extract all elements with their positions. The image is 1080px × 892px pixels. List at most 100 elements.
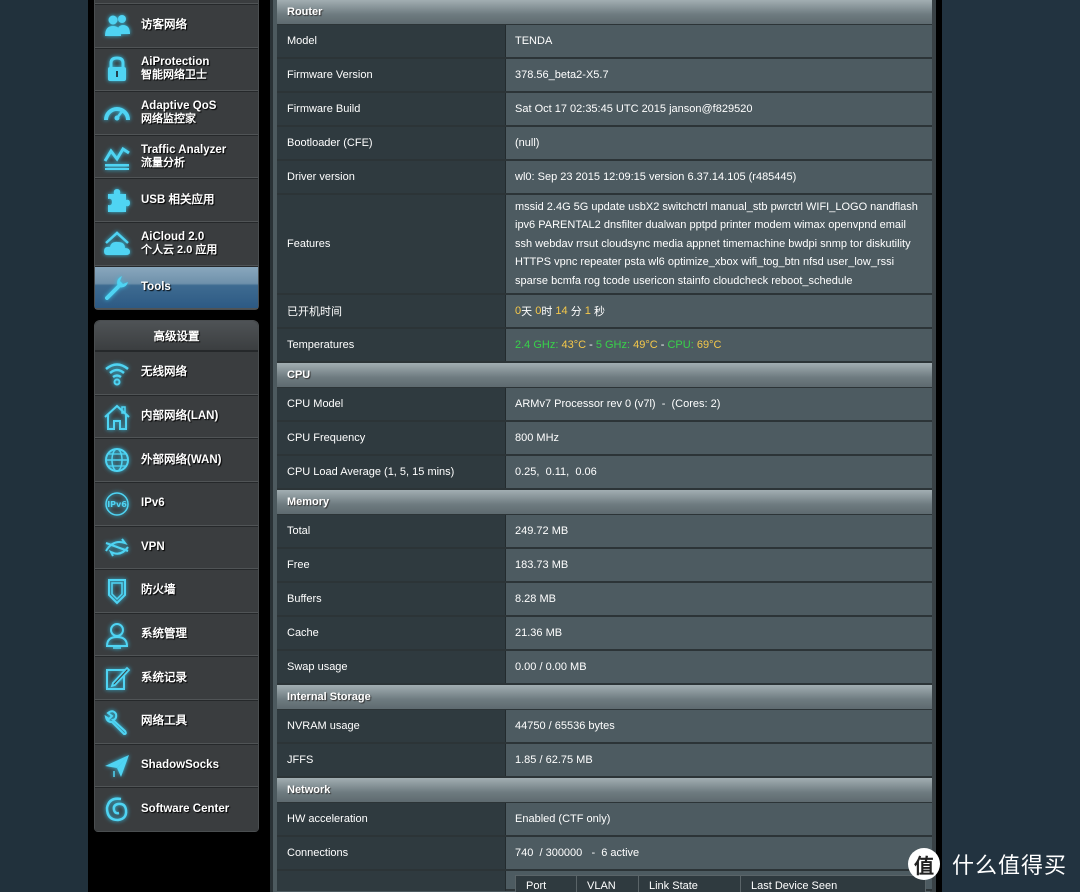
menu-item-traffic-analyzer[interactable]: Traffic Analyzer 流量分析: [95, 134, 258, 179]
row-label: Model: [277, 25, 506, 57]
menu-sublabel: 网络监控家: [141, 112, 196, 125]
row-label: JFFS: [277, 744, 506, 776]
menu-label: Traffic Analyzer: [141, 143, 227, 156]
row-value: 0.25, 0.11, 0.06: [506, 456, 932, 488]
row-value: wl0: Sep 23 2015 12:09:15 version 6.37.1…: [506, 161, 932, 193]
table-row: Temperatures 2.4 GHz: 43°C - 5 GHz: 49°C…: [277, 329, 932, 363]
sysinfo-panel: Router Model TENDA Firmware Version 378.…: [270, 0, 936, 892]
row-label: Connections: [277, 837, 506, 869]
menu-item-usb-apps[interactable]: USB 相关应用: [95, 178, 258, 222]
page-background-right: [942, 0, 1080, 892]
section-header-storage: Internal Storage: [277, 685, 932, 710]
menu-item-adaptive-qos[interactable]: Adaptive QoS 网络监控家: [95, 91, 258, 135]
menu-label: 访客网络: [141, 19, 187, 32]
menu-item-tools[interactable]: Tools: [95, 265, 258, 310]
row-label: 已开机时间: [277, 295, 506, 327]
row-value: 249.72 MB: [506, 515, 932, 547]
menu-item-system-log[interactable]: 系统记录: [95, 656, 258, 700]
temp-24ghz: 43°C: [561, 339, 587, 351]
table-row: Total 249.72 MB: [277, 515, 932, 549]
page-background-left: [0, 0, 88, 892]
menu-label: 无线网络: [141, 366, 187, 379]
uptime-hours-unit: 时: [541, 306, 553, 318]
menu-label: 网络工具: [141, 715, 187, 728]
menu-label: Adaptive QoS: [141, 99, 217, 112]
row-label: Buffers: [277, 583, 506, 615]
table-row: Features mssid 2.4G 5G update usbX2 swit…: [277, 195, 932, 295]
table-row: Free 183.73 MB: [277, 549, 932, 583]
menu-item-vpn[interactable]: VPN: [95, 525, 258, 570]
menu-label: IPv6: [141, 497, 165, 510]
puzzle-icon: [101, 185, 133, 215]
row-label: Swap usage: [277, 651, 506, 683]
guest-network-icon: [101, 11, 133, 41]
row-label: [277, 871, 506, 891]
swirl-icon: [101, 794, 133, 824]
table-row: Buffers 8.28 MB: [277, 583, 932, 617]
section-header-memory: Memory: [277, 490, 932, 515]
menu-label: AiProtection: [141, 56, 210, 69]
row-value: 740 / 300000 - 6 active: [506, 837, 932, 869]
sidebar-menu: 访客网络 AiProtection 智能网络卫士 Adaptive QoS 网络…: [94, 0, 259, 832]
sysinfo-table: Router Model TENDA Firmware Version 378.…: [277, 0, 932, 892]
watermark-badge-icon: 值: [908, 848, 940, 880]
menu-label-group: Traffic Analyzer 流量分析: [141, 144, 226, 170]
row-label: CPU Load Average (1, 5, 15 mins): [277, 456, 506, 488]
ipv6-icon: IPv6: [101, 489, 133, 519]
temperatures-value: 2.4 GHz: 43°C - 5 GHz: 49°C - CPU: 69°C: [506, 329, 932, 361]
uptime-minutes: 14: [555, 305, 568, 317]
user-admin-icon: [101, 620, 133, 650]
table-row: Connections 740 / 300000 - 6 active: [277, 837, 932, 871]
menu-item-administration[interactable]: 系统管理: [95, 612, 258, 657]
row-value: 21.36 MB: [506, 617, 932, 649]
menu-item-firewall[interactable]: 防火墙: [95, 569, 258, 613]
menu-item-software-center[interactable]: Software Center: [95, 787, 258, 831]
menu-sublabel: 流量分析: [141, 156, 185, 169]
cloud-house-icon: [101, 229, 133, 259]
uptime-days-unit: 天: [521, 306, 533, 318]
row-value: 378.56_beta2-X5.7: [506, 59, 932, 91]
globe-icon: [101, 445, 133, 475]
table-row: JFFS 1.85 / 62.75 MB: [277, 744, 932, 778]
table-row: HW acceleration Enabled (CTF only): [277, 803, 932, 837]
paper-plane-icon: [101, 750, 133, 780]
menu-label: 外部网络(WAN): [141, 453, 222, 466]
menu-item-aicloud[interactable]: AiCloud 2.0 个人云 2.0 应用: [95, 221, 258, 266]
menu-item-ipv6[interactable]: IPv6 IPv6: [95, 481, 258, 526]
table-row: Port VLAN Link State Last Device Seen: [277, 871, 932, 892]
table-row: Firmware Build Sat Oct 17 02:35:45 UTC 2…: [277, 93, 932, 127]
menu-item-wireless[interactable]: 无线网络: [95, 351, 258, 395]
menu-item-wan[interactable]: 外部网络(WAN): [95, 438, 258, 482]
menu-label: 系统管理: [141, 628, 187, 641]
section-header-network: Network: [277, 778, 932, 803]
menu-sublabel: 智能网络卫士: [141, 69, 207, 82]
menu-label: AiCloud 2.0: [141, 230, 205, 243]
menu-item-shadowsocks[interactable]: ShadowSocks: [95, 743, 258, 788]
table-row: Model TENDA: [277, 25, 932, 59]
menu-item-network-tools[interactable]: 网络工具: [95, 699, 258, 744]
menu-label: Software Center: [141, 802, 230, 815]
row-label: Features: [277, 195, 506, 293]
menu-label: VPN: [141, 540, 165, 553]
row-value: 800 MHz: [506, 422, 932, 454]
row-label: Firmware Version: [277, 59, 506, 91]
table-row: Driver version wl0: Sep 23 2015 12:09:15…: [277, 161, 932, 195]
temp-cpu-label: CPU:: [667, 339, 694, 351]
table-row: Bootloader (CFE) (null): [277, 127, 932, 161]
row-label: CPU Model: [277, 388, 506, 420]
menu-item-guest-network[interactable]: 访客网络: [95, 4, 258, 48]
temp-cpu: 69°C: [696, 339, 722, 351]
table-row: NVRAM usage 44750 / 65536 bytes: [277, 710, 932, 744]
uptime-seconds: 1: [584, 305, 591, 317]
menu-label-group: Adaptive QoS 网络监控家: [141, 100, 216, 126]
features-value: mssid 2.4G 5G update usbX2 switchctrl ma…: [506, 195, 932, 293]
row-label: Temperatures: [277, 329, 506, 361]
hw-acceleration-value: Enabled (CTF only): [506, 803, 932, 835]
lock-icon: [101, 54, 133, 84]
vpn-icon: [101, 532, 133, 562]
table-row: Swap usage 0.00 / 0.00 MB: [277, 651, 932, 685]
menu-item-lan[interactable]: 内部网络(LAN): [95, 394, 258, 439]
uptime-seconds-unit: 秒: [593, 306, 605, 318]
menu-item-aiprotection[interactable]: AiProtection 智能网络卫士: [95, 47, 258, 92]
temp-5ghz-label: 5 GHz:: [595, 339, 631, 351]
